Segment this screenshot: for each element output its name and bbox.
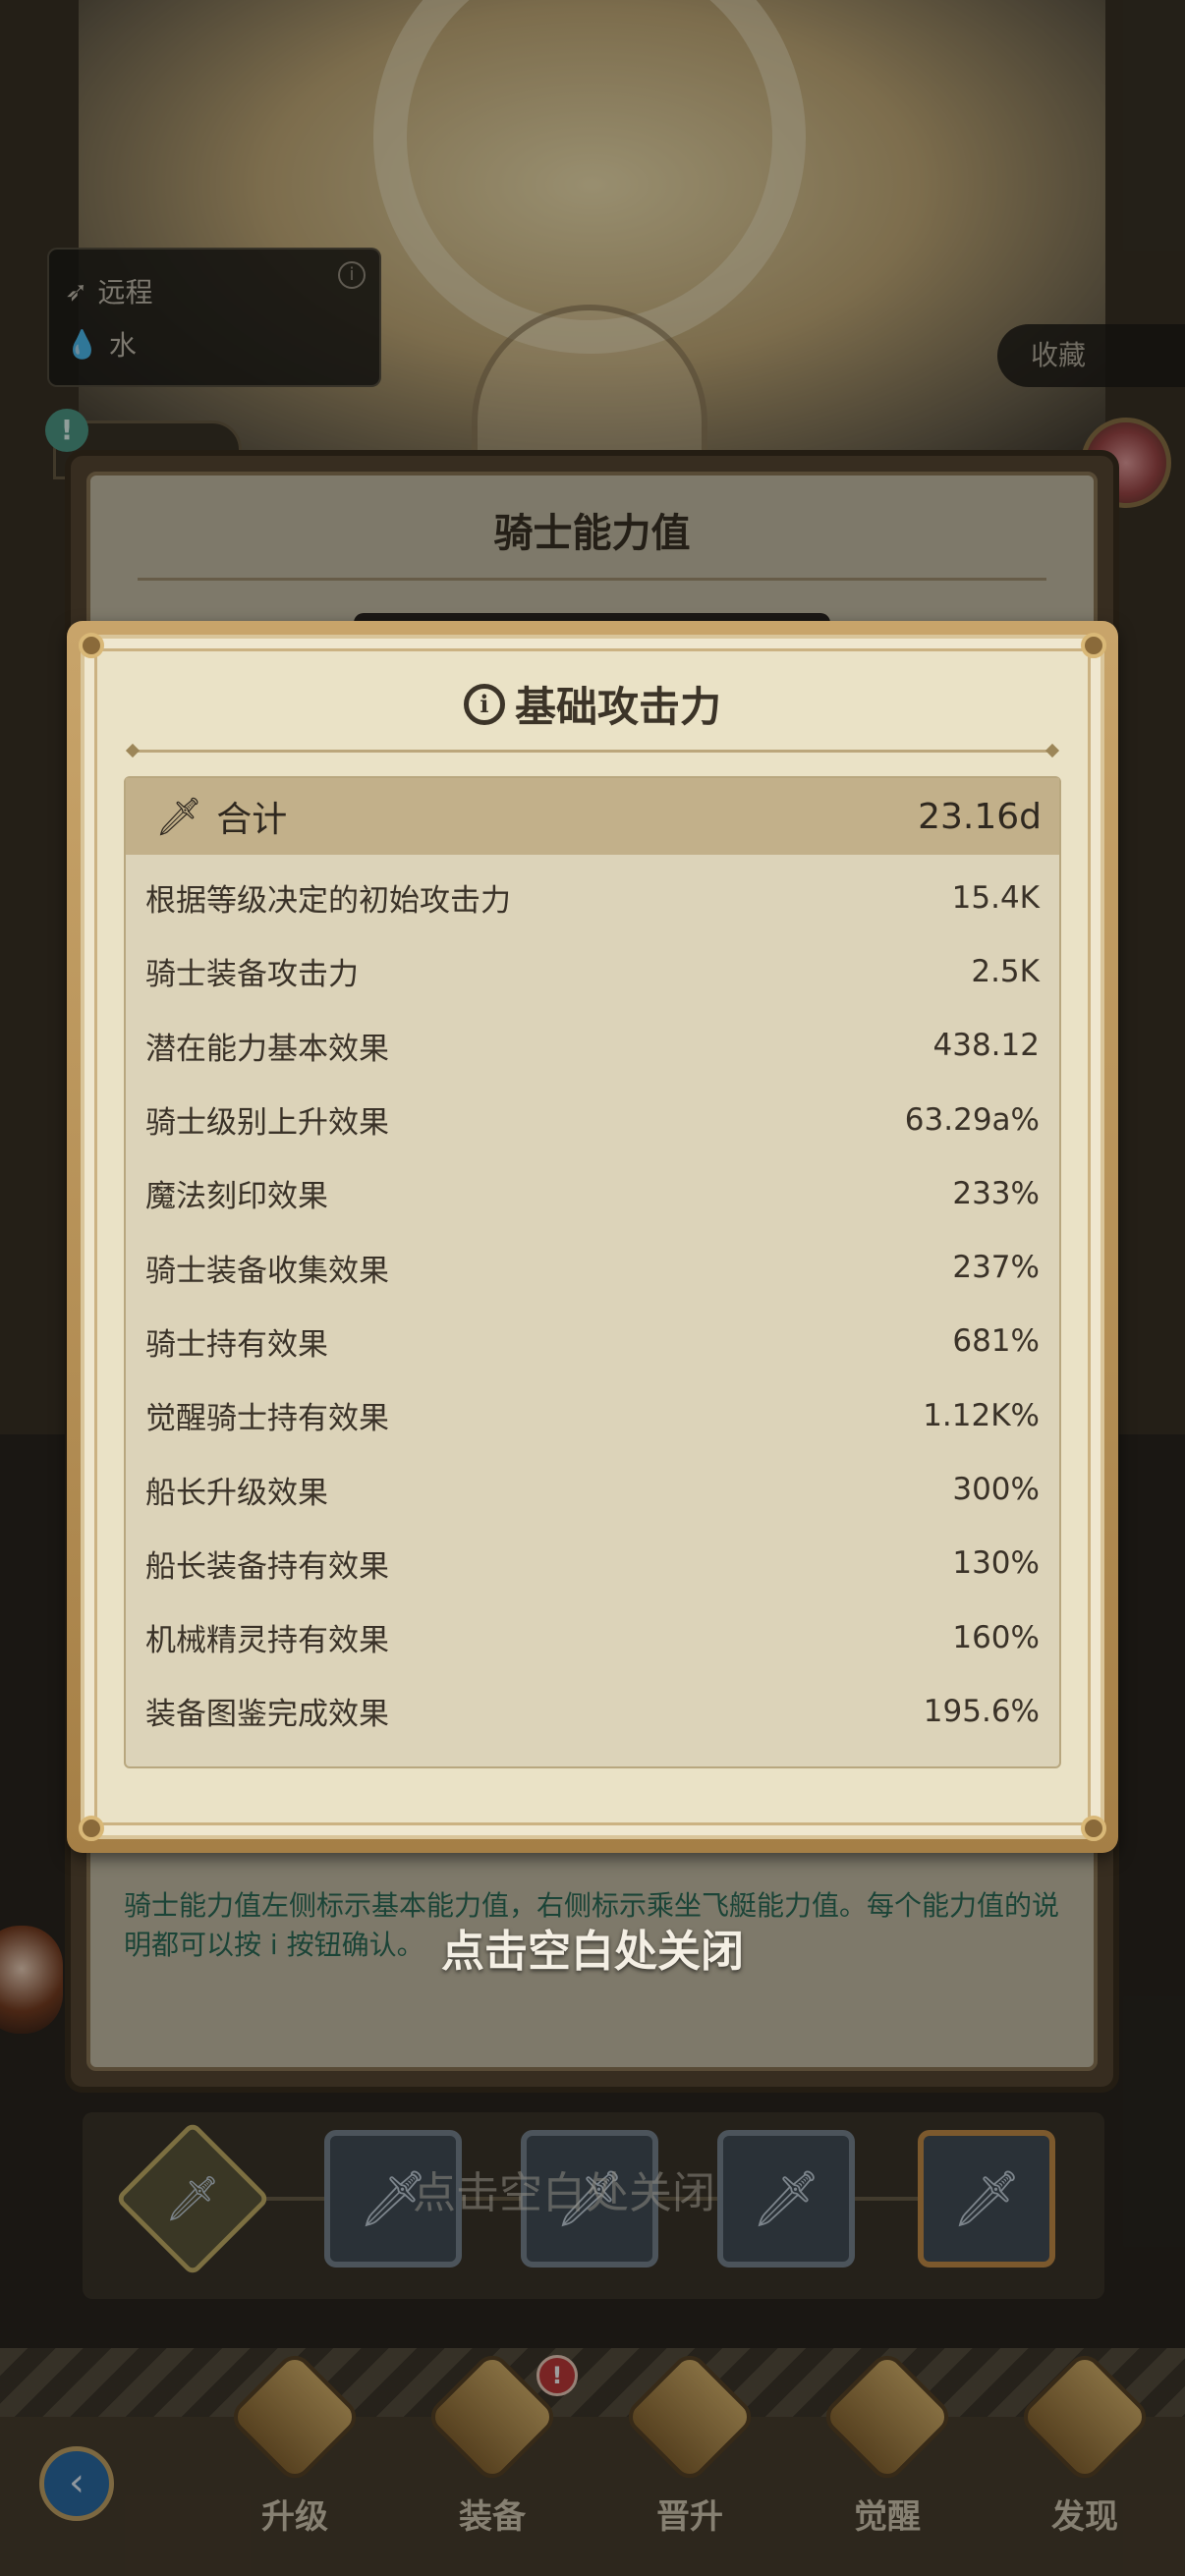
table-row: 魔法刻印效果 233% (126, 1156, 1059, 1230)
stat-value: 1.12K% (923, 1397, 1040, 1433)
stat-label: 骑士装备收集效果 (145, 1253, 389, 1289)
stat-value: 2.5K (971, 953, 1040, 989)
corner-rivet-icon (79, 1816, 104, 1841)
table-row: 机械精灵持有效果 160% (126, 1600, 1059, 1674)
modal-title: i 基础攻击力 (81, 674, 1104, 734)
table-row: 觉醒骑士持有效果 1.12K% (126, 1378, 1059, 1452)
stat-value: 233% (952, 1175, 1040, 1211)
table-row: 骑士装备攻击力 2.5K (126, 934, 1059, 1008)
stat-value: 160% (952, 1619, 1040, 1655)
stat-label: 装备图鉴完成效果 (145, 1697, 389, 1733)
table-row: 骑士持有效果 681% (126, 1305, 1059, 1378)
stat-label: 魔法刻印效果 (145, 1179, 328, 1215)
sword-icon: 🗡 (155, 794, 203, 838)
stat-value: 15.4K (951, 879, 1040, 916)
stat-value: 237% (952, 1250, 1040, 1286)
corner-rivet-icon (1081, 633, 1106, 658)
stat-label: 船长升级效果 (145, 1475, 328, 1511)
stat-label: 潜在能力基本效果 (145, 1031, 389, 1067)
stat-label: 觉醒骑士持有效果 (145, 1401, 389, 1437)
stat-label: 机械精灵持有效果 (145, 1623, 389, 1659)
total-value: 23.16d (918, 796, 1042, 837)
table-row: 骑士级别上升效果 63.29a% (126, 1083, 1059, 1156)
close-hint[interactable]: 点击空白处关闭 (0, 1916, 1185, 1979)
table-row: 船长装备持有效果 130% (126, 1527, 1059, 1600)
stat-label: 骑士级别上升效果 (145, 1105, 389, 1142)
stat-value: 300% (952, 1472, 1040, 1508)
stat-value: 681% (952, 1323, 1040, 1360)
modal-title-text: 基础攻击力 (514, 683, 721, 731)
stat-value: 130% (952, 1545, 1040, 1582)
table-row: 船长升级效果 300% (126, 1452, 1059, 1526)
stat-value: 438.12 (932, 1028, 1040, 1064)
table-row: 根据等级决定的初始攻击力 15.4K (126, 861, 1059, 934)
info-icon[interactable]: i (463, 683, 505, 725)
corner-rivet-icon (1081, 1816, 1106, 1841)
total-row: 🗡 合计 23.16d (126, 778, 1059, 855)
stat-value: 195.6% (923, 1693, 1040, 1729)
table-row: 装备图鉴完成效果 195.6% (126, 1674, 1059, 1748)
stat-label: 骑士装备攻击力 (145, 957, 359, 993)
corner-rivet-icon (79, 633, 104, 658)
stat-label: 船长装备持有效果 (145, 1548, 389, 1585)
total-label: 合计 (216, 800, 288, 840)
stat-rows: 根据等级决定的初始攻击力 15.4K 骑士装备攻击力 2.5K 潜在能力基本效果 438.… (126, 861, 1059, 1749)
stat-label: 骑士持有效果 (145, 1326, 328, 1363)
stat-value: 63.29a% (904, 1101, 1040, 1138)
table-row: 潜在能力基本效果 438.12 (126, 1009, 1059, 1083)
stat-label: 根据等级决定的初始攻击力 (145, 883, 511, 920)
table-row: 骑士装备收集效果 237% (126, 1230, 1059, 1304)
modal-divider (134, 750, 1051, 753)
